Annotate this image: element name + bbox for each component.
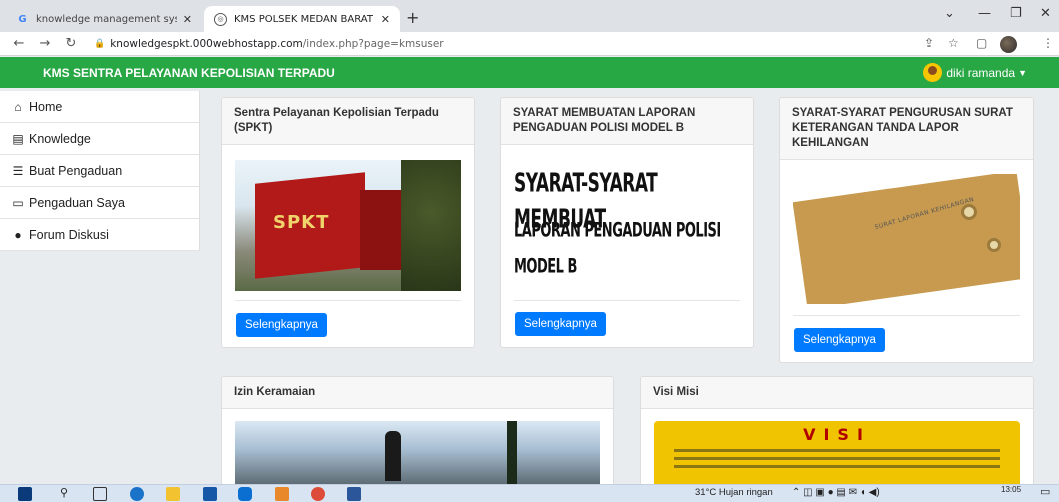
card-spkt: Sentra Pelayanan Kepolisian Terpadu (SPK… bbox=[221, 97, 475, 348]
lock-icon[interactable]: 🔒 bbox=[94, 39, 105, 49]
close-window-icon[interactable]: ✕ bbox=[1040, 6, 1051, 21]
image-caption: LAPORAN PENGADUAN POLISI MODEL B bbox=[514, 220, 721, 279]
book-icon: ▤ bbox=[12, 131, 24, 146]
restore-icon[interactable]: ❐ bbox=[1010, 6, 1022, 21]
sidebar-item-label: Knowledge bbox=[29, 131, 91, 146]
office-icon[interactable] bbox=[275, 487, 289, 501]
browser-tab-1[interactable]: G knowledge management system ✕ bbox=[6, 6, 202, 32]
comment-icon: ● bbox=[14, 227, 22, 242]
chalkboard-icon: ▭ bbox=[12, 195, 24, 210]
sidebar-item-home[interactable]: ⌂ Home bbox=[0, 91, 199, 123]
chevron-down-icon[interactable]: ⌄ bbox=[944, 6, 955, 21]
sidebar-item-label: Buat Pengaduan bbox=[29, 163, 123, 178]
browser-tab-bar: G knowledge management system ✕ ◎ KMS PO… bbox=[0, 0, 1059, 32]
caret-down-icon: ▼ bbox=[1018, 67, 1027, 78]
chrome-icon[interactable] bbox=[311, 487, 325, 501]
task-view-icon[interactable] bbox=[93, 487, 107, 501]
image-caption: VISI bbox=[803, 425, 871, 444]
brand-title[interactable]: KMS SENTRA PELAYANAN KEPOLISIAN TERPADU bbox=[43, 66, 335, 80]
selengkapnya-button[interactable]: Selengkapnya bbox=[236, 313, 327, 337]
card-title: Izin Keramaian bbox=[222, 377, 613, 409]
search-icon[interactable]: ⚲ bbox=[60, 486, 74, 500]
list-icon: ☰ bbox=[12, 163, 24, 178]
tab-title: knowledge management system bbox=[36, 13, 177, 25]
file-explorer-icon[interactable] bbox=[166, 487, 180, 501]
notification-icon[interactable]: ▭ bbox=[1040, 485, 1050, 498]
store-icon[interactable] bbox=[203, 487, 217, 501]
sidebar-item-pengaduan-saya[interactable]: ▭ Pengaduan Saya bbox=[0, 187, 199, 219]
windows-start-icon[interactable] bbox=[18, 487, 32, 501]
app-navbar: KMS SENTRA PELAYANAN KEPOLISIAN TERPADU … bbox=[0, 57, 1059, 88]
google-icon: G bbox=[18, 13, 27, 25]
word-icon[interactable] bbox=[347, 487, 361, 501]
sidebar: ⌂ Home ▤ Knowledge ☰ Buat Pengaduan ▭ Pe… bbox=[0, 91, 200, 251]
sidebar-item-buat-pengaduan[interactable]: ☰ Buat Pengaduan bbox=[0, 155, 199, 187]
site-favicon: ◎ bbox=[214, 12, 227, 26]
card-image: SURAT LAPORAN KEHILANGAN bbox=[793, 174, 1020, 304]
home-icon: ⌂ bbox=[14, 99, 22, 114]
card-title: SYARAT MEMBUATAN LAPORAN PENGADUAN POLIS… bbox=[501, 98, 753, 145]
card-syarat-laporan: SYARAT MEMBUATAN LAPORAN PENGADUAN POLIS… bbox=[500, 97, 754, 348]
card-title: Visi Misi bbox=[641, 377, 1033, 409]
card-image bbox=[235, 421, 600, 491]
new-tab-button[interactable]: + bbox=[406, 8, 419, 27]
profile-avatar-icon[interactable] bbox=[1000, 36, 1017, 53]
selengkapnya-button[interactable]: Selengkapnya bbox=[515, 312, 606, 336]
address-bar: ← → ↻ 🔒 knowledgespkt.000webhostapp.com/… bbox=[0, 32, 1059, 56]
windows-taskbar: ⚲ 31°C Hujan ringan ⌃ ◫ ▣ ● ▤ ✉ ◖ ◀) 13:… bbox=[0, 484, 1059, 502]
card-image: SPKT bbox=[235, 160, 461, 291]
user-avatar bbox=[923, 63, 943, 82]
browser-tab-2[interactable]: ◎ KMS POLSEK MEDAN BARAT ✕ bbox=[204, 6, 400, 32]
sidepanel-icon[interactable]: ▢ bbox=[976, 36, 987, 50]
menu-dots-icon[interactable]: ⋮ bbox=[1042, 36, 1054, 50]
system-tray-icons[interactable]: ⌃ ◫ ▣ ● ▤ ✉ ◖ ◀) bbox=[792, 487, 880, 498]
sidebar-item-forum-diskusi[interactable]: ● Forum Diskusi bbox=[0, 219, 199, 251]
minimize-icon[interactable]: — bbox=[978, 6, 991, 21]
close-tab-icon[interactable]: ✕ bbox=[381, 13, 390, 26]
back-icon[interactable]: ← bbox=[12, 36, 26, 51]
user-menu[interactable]: diki ramanda ▼ bbox=[923, 63, 1027, 82]
tab-title: KMS POLSEK MEDAN BARAT bbox=[234, 13, 373, 25]
edge-browser-icon[interactable] bbox=[130, 487, 144, 501]
card-syarat-kehilangan: SYARAT-SYARAT PENGURUSAN SURAT KETERANGA… bbox=[779, 97, 1034, 363]
card-title: Sentra Pelayanan Kepolisian Terpadu (SPK… bbox=[222, 98, 474, 145]
url-field[interactable]: knowledgespkt.000webhostapp.com/index.ph… bbox=[110, 38, 443, 50]
close-tab-icon[interactable]: ✕ bbox=[183, 13, 192, 26]
card-visi-misi: Visi Misi VISI bbox=[640, 376, 1034, 496]
card-izin-keramaian: Izin Keramaian bbox=[221, 376, 614, 496]
card-title: SYARAT-SYARAT PENGURUSAN SURAT KETERANGA… bbox=[780, 98, 1033, 160]
user-name: diki ramanda bbox=[946, 65, 1016, 80]
weather-widget[interactable]: 31°C Hujan ringan bbox=[695, 487, 773, 498]
sidebar-item-label: Pengaduan Saya bbox=[29, 195, 125, 210]
image-caption: SPKT bbox=[273, 212, 330, 233]
reload-icon[interactable]: ↻ bbox=[64, 36, 78, 51]
mail-icon[interactable] bbox=[238, 487, 252, 501]
sidebar-item-label: Forum Diskusi bbox=[29, 227, 109, 242]
card-image: VISI bbox=[654, 421, 1020, 491]
clock[interactable]: 13:05 bbox=[1001, 485, 1021, 494]
star-icon[interactable]: ☆ bbox=[948, 36, 959, 50]
sidebar-item-knowledge[interactable]: ▤ Knowledge bbox=[0, 123, 199, 155]
share-icon[interactable]: ⇪ bbox=[924, 36, 934, 50]
card-image: SYARAT-SYARAT MEMBUAT LAPORAN PENGADUAN … bbox=[514, 160, 740, 292]
sidebar-item-label: Home bbox=[29, 99, 63, 114]
forward-icon[interactable]: → bbox=[38, 36, 52, 51]
selengkapnya-button[interactable]: Selengkapnya bbox=[794, 328, 885, 352]
